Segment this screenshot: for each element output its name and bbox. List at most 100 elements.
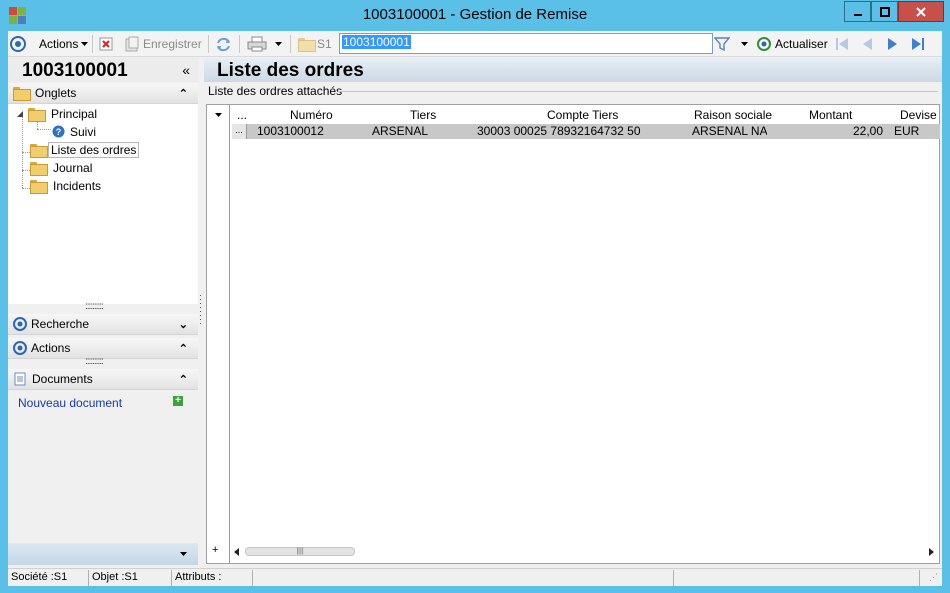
target-icon <box>13 317 27 331</box>
svg-text:?: ? <box>56 127 62 137</box>
delete-icon <box>99 37 113 51</box>
actions-menu-button[interactable]: Actions <box>39 34 89 54</box>
print-options-button[interactable] <box>274 34 283 54</box>
chevron-double-up-icon: ⌃ <box>178 343 188 355</box>
documents-body: Nouveau document + <box>8 391 198 539</box>
add-row-button[interactable]: + <box>212 544 218 556</box>
tree-connector <box>22 188 30 189</box>
left-panel-header: 1003100001 « <box>8 58 198 82</box>
sync-icon <box>217 37 230 51</box>
refresh-button[interactable]: Actualiser <box>756 34 828 54</box>
right-panel-header: Liste des ordres <box>204 58 942 82</box>
status-attributs: Attributs : <box>173 570 253 586</box>
document-icon <box>13 372 27 386</box>
column-header-numero[interactable]: Numéro <box>290 105 333 124</box>
resize-grip-icon[interactable]: ⋰ <box>929 572 938 583</box>
status-objet: Objet :S1 <box>90 570 172 586</box>
tree-node-journal[interactable]: Journal <box>30 159 94 176</box>
folder-icon <box>13 87 31 101</box>
close-button[interactable] <box>898 1 944 22</box>
printer-icon <box>247 36 267 52</box>
scroll-right-icon[interactable] <box>927 547 935 557</box>
company-selector[interactable]: S1 <box>298 34 332 54</box>
minimize-button[interactable] <box>844 1 871 22</box>
cell-devise: EUR <box>894 124 920 138</box>
save-label: Enregistrer <box>143 37 202 51</box>
maximize-button[interactable] <box>871 1 898 22</box>
client-area: Actions Enregistrer S1 1003100001 Actual… <box>8 31 942 586</box>
filter-button[interactable] <box>714 34 730 54</box>
column-header-devise[interactable]: Devise <box>900 105 937 124</box>
target-icon <box>10 36 26 52</box>
last-record-button[interactable] <box>910 34 926 54</box>
tabs-tree: Principal ? Suivi Liste des ordres Journ… <box>8 104 198 304</box>
column-header-compte-tiers[interactable]: Compte Tiers <box>547 105 618 124</box>
filter-options-button[interactable] <box>740 34 749 54</box>
save-button[interactable]: Enregistrer <box>124 34 202 54</box>
toolbar-separator <box>290 35 291 53</box>
column-header-dots[interactable]: ... <box>237 105 247 124</box>
column-header-montant[interactable]: Montant <box>809 105 852 124</box>
toolbar: Actions Enregistrer S1 1003100001 Actual… <box>8 31 942 57</box>
sync-button[interactable] <box>215 34 232 54</box>
delete-button[interactable] <box>99 34 113 54</box>
first-record-button[interactable] <box>834 34 850 54</box>
expand-arrow-icon <box>17 110 23 117</box>
application-window: 1003100001 - Gestion de Remise Actions E… <box>0 0 950 593</box>
status-bar: Société :S1 Objet :S1 Attributs : ⋰ <box>8 568 942 586</box>
column-header-tiers[interactable]: Tiers <box>410 105 436 124</box>
tree-node-liste-ordres[interactable]: Liste des ordres <box>30 141 140 158</box>
horizontal-scrollbar[interactable]: |||| <box>231 545 937 559</box>
page-title: Liste des ordres <box>217 60 364 81</box>
search-input[interactable]: 1003100001 <box>339 33 713 54</box>
chevron-down-icon[interactable] <box>214 111 223 119</box>
collapse-panel-button[interactable]: « <box>182 62 190 78</box>
documents-label: Documents <box>32 372 93 386</box>
toolbar-separator <box>208 35 209 53</box>
recherche-label: Recherche <box>31 317 90 331</box>
tree-node-suivi[interactable]: ? Suivi <box>52 123 98 140</box>
scrollbar-thumb[interactable]: |||| <box>245 547 355 556</box>
refresh-icon <box>757 37 771 51</box>
vertical-splitter[interactable]: · · · · · · · · <box>199 291 203 328</box>
next-icon <box>888 38 897 50</box>
actions-menu-label: Actions <box>39 37 79 51</box>
tree-node-incidents[interactable]: Incidents <box>30 177 103 194</box>
chevron-down-icon <box>180 552 187 556</box>
row-selector[interactable]: ... <box>232 124 247 139</box>
refresh-label: Actualiser <box>775 37 828 51</box>
cell-numero: 1003100012 <box>257 124 324 138</box>
new-document-link[interactable]: Nouveau document <box>18 396 122 410</box>
cell-tiers: ARSENAL <box>372 124 429 138</box>
print-button[interactable] <box>247 34 267 54</box>
toolbar-separator <box>92 35 93 53</box>
chevron-double-up-icon: ⌃ <box>178 374 188 386</box>
chevron-down-icon <box>275 42 282 46</box>
recherche-section-header[interactable]: Recherche ⌄ <box>8 314 198 335</box>
actions-section-header[interactable]: Actions ⌃ <box>8 338 198 359</box>
title-bar[interactable]: 1003100001 - Gestion de Remise <box>0 0 950 30</box>
actions-section-label: Actions <box>31 341 71 355</box>
onglets-section-header[interactable]: Onglets ⌃ <box>8 83 198 104</box>
documents-section-header[interactable]: Documents ⌃ <box>8 369 198 390</box>
home-button[interactable] <box>10 34 26 54</box>
table-row[interactable]: ... 1003100012 ARSENAL 30003 00025 78932… <box>232 124 940 139</box>
status-panel <box>675 570 920 586</box>
horizontal-splitter[interactable]: :::::::::: <box>85 301 104 312</box>
status-panel <box>254 570 674 586</box>
tree-connector <box>22 170 30 171</box>
horizontal-splitter[interactable]: :::::::::: <box>85 356 104 367</box>
left-panel-footer[interactable] <box>8 543 198 565</box>
scroll-left-icon[interactable] <box>233 547 241 557</box>
search-input-value: 1003100001 <box>342 35 411 49</box>
next-record-button[interactable] <box>886 34 900 54</box>
add-document-icon[interactable]: + <box>173 396 183 406</box>
chevron-down-icon <box>741 42 748 46</box>
last-icon <box>912 38 924 50</box>
group-label: Liste des ordres attachés <box>208 84 343 98</box>
previous-record-button[interactable] <box>860 34 874 54</box>
column-header-raison-sociale[interactable]: Raison sociale <box>694 105 772 124</box>
folder-icon <box>298 38 316 52</box>
tree-node-label: Principal <box>51 106 98 121</box>
tree-node-principal[interactable]: Principal <box>16 105 99 122</box>
